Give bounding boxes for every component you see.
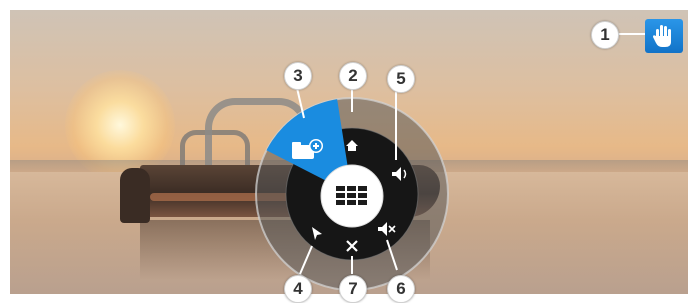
keypad-grid-icon — [336, 186, 367, 205]
hand-icon — [653, 25, 671, 47]
callout-3: 3 — [284, 62, 312, 90]
callout-2: 2 — [339, 62, 367, 90]
pointer-mode-button[interactable] — [645, 19, 683, 53]
callout-6: 6 — [387, 275, 415, 303]
callout-7: 7 — [339, 275, 367, 303]
callout-5: 5 — [387, 65, 415, 93]
callout-4: 4 — [284, 275, 312, 303]
callout-1: 1 — [591, 21, 619, 49]
